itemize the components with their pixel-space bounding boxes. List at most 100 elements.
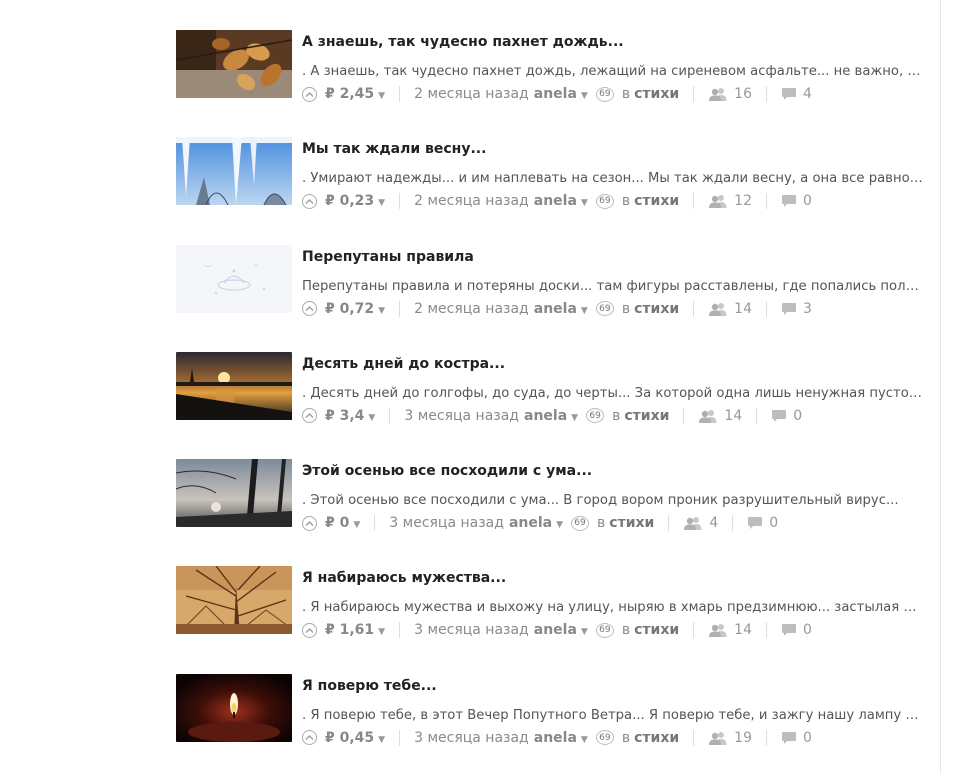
- caret-down-icon[interactable]: ▼: [378, 306, 385, 316]
- post-thumbnail[interactable]: [176, 30, 292, 98]
- candle-flame-image: [176, 673, 292, 742]
- caret-down-icon[interactable]: ▼: [378, 627, 385, 637]
- post-title[interactable]: Перепутаны правила: [302, 246, 926, 268]
- caret-down-icon[interactable]: ▼: [581, 306, 588, 316]
- users-icon: [709, 731, 727, 745]
- comments-count[interactable]: 0: [771, 408, 802, 424]
- author-link[interactable]: anela ▼: [534, 301, 588, 317]
- post-thumbnail[interactable]: [176, 137, 292, 206]
- content-right-border: [940, 0, 941, 774]
- comments-value: 0: [802, 622, 812, 639]
- post-excerpt[interactable]: . Я набираюсь мужества и выхожу на улицу…: [302, 599, 926, 617]
- upvote-icon[interactable]: [302, 86, 317, 102]
- meta-divider: [765, 622, 767, 639]
- post-excerpt[interactable]: . Я поверю тебе, в этот Вечер Попутного …: [302, 707, 926, 725]
- users-icon: [709, 302, 727, 316]
- author-link[interactable]: anela ▼: [534, 730, 588, 746]
- post-thumbnail[interactable]: [176, 459, 292, 528]
- post-thumbnail[interactable]: [176, 244, 292, 313]
- category-link[interactable]: стихи: [624, 408, 669, 424]
- post-excerpt[interactable]: . А знаешь, так чудесно пахнет дождь, ле…: [302, 63, 926, 81]
- category-prefix: в: [597, 515, 606, 532]
- upvote-icon[interactable]: [302, 301, 317, 317]
- placeholder-ufo-image: [176, 244, 292, 313]
- readers-value: 14: [724, 407, 743, 424]
- meta-divider: [693, 622, 695, 639]
- users-icon: [699, 409, 717, 423]
- post-time: 2 месяца назад: [414, 300, 529, 317]
- caret-down-icon[interactable]: ▼: [571, 413, 578, 423]
- post-earnings[interactable]: ₽ 0,23 ▼: [325, 193, 385, 209]
- post-thumbnail[interactable]: [176, 566, 292, 635]
- comments-count[interactable]: 0: [781, 622, 812, 638]
- post-earnings[interactable]: ₽ 0 ▼: [325, 515, 360, 531]
- post-earnings[interactable]: ₽ 3,4 ▼: [325, 408, 375, 424]
- caret-down-icon[interactable]: ▼: [556, 520, 563, 530]
- category-link[interactable]: стихи: [634, 622, 679, 638]
- post-earnings[interactable]: ₽ 0,72 ▼: [325, 301, 385, 317]
- category-link[interactable]: стихи: [634, 730, 679, 746]
- comments-count[interactable]: 0: [781, 193, 812, 209]
- readers-value: 12: [734, 193, 752, 210]
- post-time: 3 месяца назад: [414, 622, 529, 639]
- post-earnings[interactable]: ₽ 0,45 ▼: [325, 730, 385, 746]
- post-thumbnail[interactable]: [176, 351, 292, 420]
- post-title[interactable]: Десять дней до костра...: [302, 353, 926, 375]
- caret-down-icon[interactable]: ▼: [378, 91, 385, 101]
- post-title[interactable]: Этой осенью все посходили с ума...: [302, 460, 926, 482]
- comments-count[interactable]: 0: [747, 515, 778, 531]
- category-link[interactable]: стихи: [634, 86, 679, 102]
- category-link[interactable]: стихи: [634, 301, 679, 317]
- comments-value: 0: [793, 407, 803, 424]
- caret-down-icon[interactable]: ▼: [368, 413, 375, 423]
- post-title[interactable]: Я набираюсь мужества...: [302, 567, 926, 589]
- post-title[interactable]: Мы так ждали весну...: [302, 138, 926, 160]
- post-earnings[interactable]: ₽ 2,45 ▼: [325, 86, 385, 102]
- comments-count[interactable]: 0: [781, 730, 812, 746]
- upvote-icon[interactable]: [302, 408, 317, 424]
- meta-divider: [693, 193, 695, 210]
- comment-bubble-icon: [781, 624, 796, 637]
- post-meta: ₽ 0,23 ▼ 2 месяца назад anela ▼ 69 в стихи…: [302, 190, 926, 212]
- readers-count: 14: [708, 622, 752, 638]
- comments-value: 0: [802, 729, 812, 746]
- post-excerpt[interactable]: Перепутаны правила и потеряны доски... т…: [302, 278, 926, 296]
- post-thumbnail[interactable]: [176, 673, 292, 742]
- comments-value: 4: [802, 86, 812, 102]
- author-link[interactable]: anela ▼: [534, 86, 588, 102]
- upvote-icon[interactable]: [302, 730, 317, 746]
- post-title[interactable]: А знаешь, так чудесно пахнет дождь...: [302, 31, 926, 53]
- sunset-lake-image: [176, 351, 292, 420]
- author-link[interactable]: anela ▼: [534, 622, 588, 638]
- category-link[interactable]: стихи: [609, 515, 654, 531]
- caret-down-icon[interactable]: ▼: [353, 520, 360, 530]
- caret-down-icon[interactable]: ▼: [378, 735, 385, 745]
- comment-bubble-icon: [781, 195, 796, 208]
- post-body: Этой осенью все посходили с ума... . Это…: [302, 459, 926, 534]
- post-excerpt[interactable]: . Десять дней до голгофы, до суда, до че…: [302, 385, 926, 403]
- caret-down-icon[interactable]: ▼: [581, 91, 588, 101]
- post-earnings[interactable]: ₽ 1,61 ▼: [325, 622, 385, 638]
- caret-down-icon[interactable]: ▼: [581, 198, 588, 208]
- author-link[interactable]: anela ▼: [534, 193, 588, 209]
- post-excerpt[interactable]: . Умирают надежды... и им наплевать на с…: [302, 170, 926, 188]
- upvote-icon[interactable]: [302, 622, 317, 638]
- post-title[interactable]: Я поверю тебе...: [302, 675, 926, 697]
- comments-count[interactable]: 3: [781, 301, 812, 317]
- post-body: Я набираюсь мужества... . Я набираюсь му…: [302, 566, 926, 641]
- category-link[interactable]: стихи: [634, 193, 679, 209]
- author-link[interactable]: anela ▼: [509, 515, 563, 531]
- caret-down-icon[interactable]: ▼: [378, 198, 385, 208]
- post-excerpt[interactable]: . Этой осенью все посходили с ума... В г…: [302, 492, 926, 510]
- category-prefix: в: [621, 86, 631, 102]
- readers-count: 19: [708, 730, 752, 746]
- post-meta: ₽ 0,72 ▼ 2 месяца назад anela ▼ 69 в стихи…: [302, 298, 926, 320]
- upvote-icon[interactable]: [302, 515, 317, 531]
- readers-count: 4: [683, 515, 718, 531]
- caret-down-icon[interactable]: ▼: [581, 627, 588, 637]
- bare-tree-dusk-image: [176, 459, 292, 528]
- upvote-icon[interactable]: [302, 193, 317, 209]
- comments-count[interactable]: 4: [781, 86, 812, 102]
- author-link[interactable]: anela ▼: [524, 408, 578, 424]
- caret-down-icon[interactable]: ▼: [581, 735, 588, 745]
